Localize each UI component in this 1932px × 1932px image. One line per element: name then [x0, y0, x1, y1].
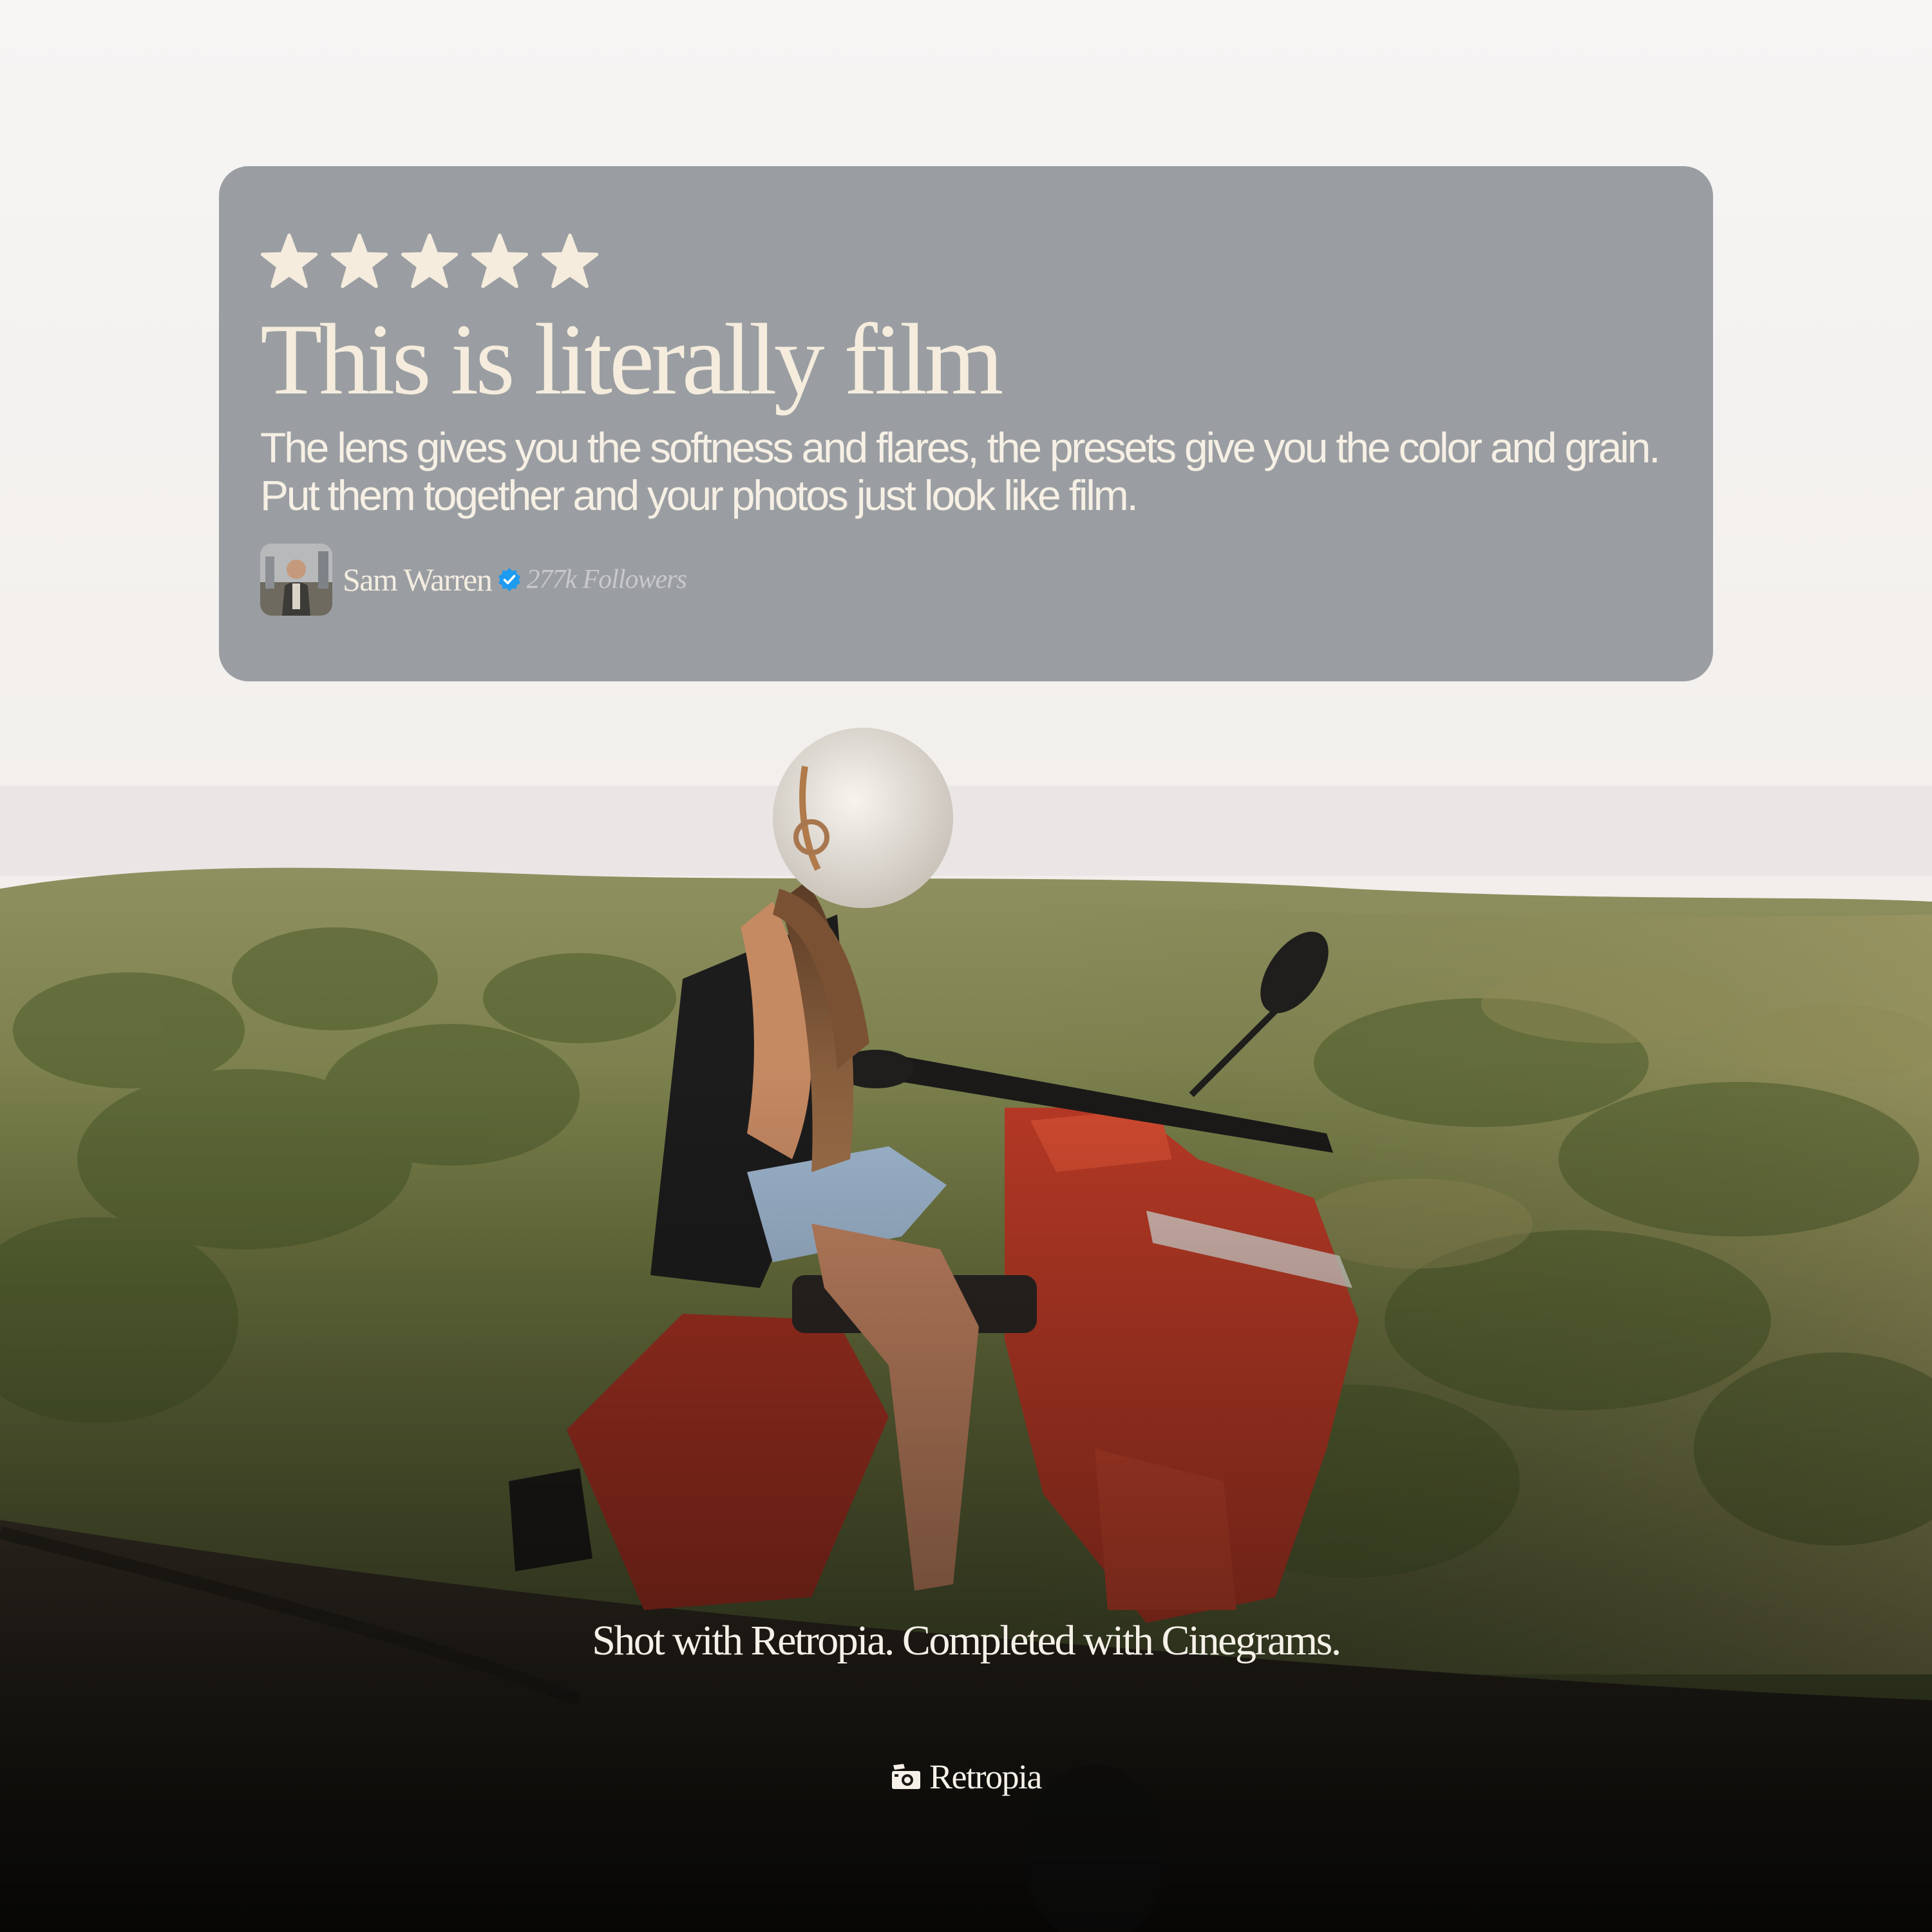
verified-badge-icon	[497, 567, 522, 592]
caption: Shot with Retropia. Completed with Cineg…	[592, 1617, 1341, 1664]
review-text: The lens gives you the softness and flar…	[260, 424, 1661, 519]
star-icon	[471, 232, 529, 290]
brand-logo: Retropia	[0, 1757, 1932, 1797]
star-rating	[260, 232, 1672, 291]
star-icon	[401, 232, 459, 290]
star-icon	[330, 232, 388, 290]
star-icon	[260, 232, 318, 290]
review-author: Sam Warren 277k Followers	[260, 544, 1672, 616]
follower-count: 277k Followers	[526, 565, 687, 594]
author-name: Sam Warren	[343, 562, 493, 598]
camera-icon	[891, 1763, 922, 1791]
brand-name: Retropia	[929, 1757, 1042, 1796]
review-headline: This is literally film	[260, 303, 1003, 416]
review-card: This is literally film The lens gives yo…	[219, 166, 1713, 681]
avatar	[260, 544, 332, 616]
star-icon	[541, 232, 599, 290]
